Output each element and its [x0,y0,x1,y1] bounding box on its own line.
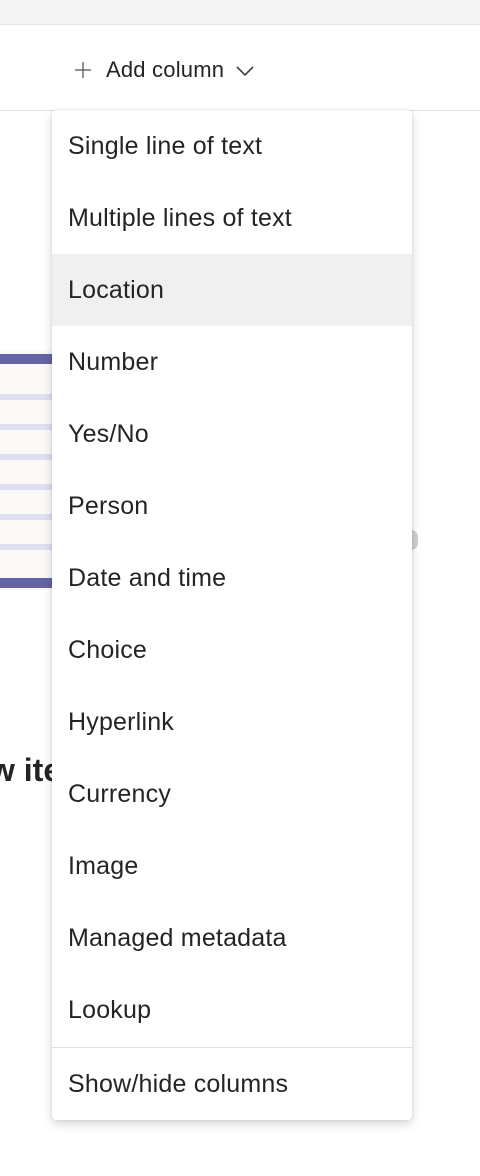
menu-item-hyperlink[interactable]: Hyperlink [52,686,412,758]
menu-item-location[interactable]: Location [52,254,412,326]
add-column-dropdown-menu: Single line of text Multiple lines of te… [52,110,412,1120]
illustration-line [0,454,60,460]
illustration-line [0,514,60,520]
menu-item-multiple-lines-of-text[interactable]: Multiple lines of text [52,182,412,254]
menu-item-person[interactable]: Person [52,470,412,542]
menu-item-date-and-time[interactable]: Date and time [52,542,412,614]
top-bar [0,0,480,25]
menu-item-yes-no[interactable]: Yes/No [52,398,412,470]
show-hide-columns-item[interactable]: Show/hide columns [52,1048,412,1120]
menu-item-number[interactable]: Number [52,326,412,398]
illustration-bar [0,578,60,588]
background-illustration [0,350,60,590]
menu-item-currency[interactable]: Currency [52,758,412,830]
menu-item-choice[interactable]: Choice [52,614,412,686]
menu-item-managed-metadata[interactable]: Managed metadata [52,902,412,974]
menu-item-lookup[interactable]: Lookup [52,974,412,1046]
add-column-button[interactable]: Add column [72,55,256,85]
menu-item-image[interactable]: Image [52,830,412,902]
illustration-bar [0,354,60,364]
illustration-line [0,484,60,490]
illustration-line [0,394,60,400]
plus-icon [72,59,94,81]
illustration-line [0,424,60,430]
chevron-down-icon [234,59,256,81]
add-column-label: Add column [106,57,225,82]
menu-item-single-line-of-text[interactable]: Single line of text [52,110,412,182]
column-header-row: Add column [0,25,480,111]
illustration-line [0,544,60,550]
